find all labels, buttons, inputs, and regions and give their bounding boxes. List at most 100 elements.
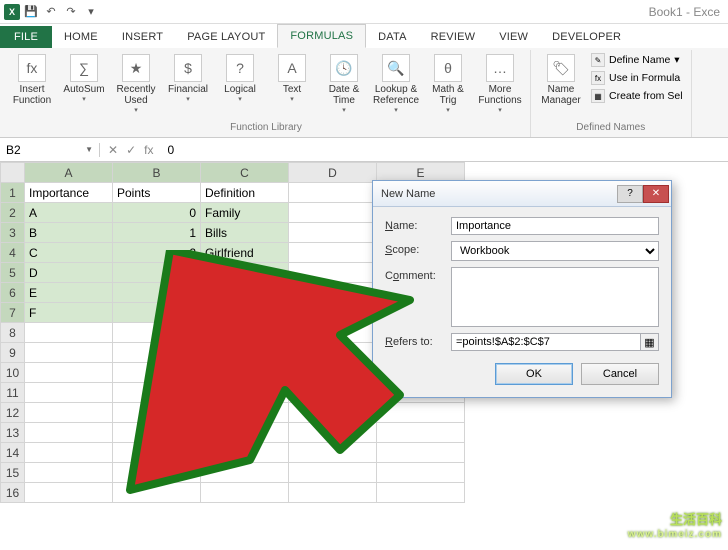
cell[interactable] xyxy=(201,483,289,503)
math-button[interactable]: θ Math & Trig ▾ xyxy=(424,52,472,116)
scope-select[interactable]: Workbook xyxy=(451,241,659,261)
cell[interactable] xyxy=(113,323,201,343)
cell[interactable] xyxy=(201,403,289,423)
cell[interactable] xyxy=(289,403,377,423)
cell[interactable] xyxy=(113,443,201,463)
logical-button[interactable]: ? Logical ▾ xyxy=(216,52,264,105)
cell[interactable]: B xyxy=(25,223,113,243)
tab-insert[interactable]: INSERT xyxy=(110,26,175,48)
insert-function-button[interactable]: fx Insert Function xyxy=(8,52,56,108)
row-header[interactable]: 3 xyxy=(1,223,25,243)
row-header[interactable]: 8 xyxy=(1,323,25,343)
formula-input[interactable]: 0 xyxy=(161,143,728,157)
cell[interactable]: 4 xyxy=(113,283,201,303)
tab-page-layout[interactable]: PAGE LAYOUT xyxy=(175,26,277,48)
row-header[interactable]: 1 xyxy=(1,183,25,203)
cell[interactable]: Points xyxy=(113,183,201,203)
cell[interactable] xyxy=(289,283,377,303)
row-header[interactable]: 4 xyxy=(1,243,25,263)
create-from-selection-button[interactable]: ▦Create from Sel xyxy=(589,88,685,104)
cell[interactable]: Girlfriend xyxy=(201,243,289,263)
text-button[interactable]: A Text ▾ xyxy=(268,52,316,105)
cell[interactable] xyxy=(113,423,201,443)
cell[interactable] xyxy=(289,383,377,403)
cell[interactable]: 3 xyxy=(113,263,201,283)
more-functions-button[interactable]: … More Functions ▾ xyxy=(476,52,524,116)
col-header-c[interactable]: C xyxy=(201,163,289,183)
date-time-button[interactable]: 🕓 Date & Time ▾ xyxy=(320,52,368,116)
row-header[interactable]: 2 xyxy=(1,203,25,223)
fx-icon[interactable]: fx xyxy=(144,143,153,157)
cell[interactable] xyxy=(377,443,465,463)
cell[interactable] xyxy=(289,263,377,283)
cell[interactable] xyxy=(113,403,201,423)
enter-edit-icon[interactable]: ✓ xyxy=(126,143,136,157)
cell[interactable] xyxy=(289,203,377,223)
dialog-titlebar[interactable]: New Name ? ✕ xyxy=(373,181,671,207)
cell[interactable] xyxy=(289,303,377,323)
save-icon[interactable]: 💾 xyxy=(22,3,40,21)
range-picker-icon[interactable]: ▦ xyxy=(641,333,659,351)
redo-icon[interactable]: ↷ xyxy=(62,3,80,21)
cell[interactable]: Importance xyxy=(25,183,113,203)
cell[interactable] xyxy=(201,323,289,343)
cell[interactable]: Car xyxy=(201,283,289,303)
cell[interactable] xyxy=(289,363,377,383)
cell[interactable] xyxy=(25,463,113,483)
cell[interactable] xyxy=(377,483,465,503)
row-header[interactable]: 6 xyxy=(1,283,25,303)
cell[interactable]: 2 xyxy=(113,243,201,263)
tab-formulas[interactable]: FORMULAS xyxy=(277,24,366,48)
col-header-a[interactable]: A xyxy=(25,163,113,183)
cell[interactable] xyxy=(201,303,289,323)
tab-review[interactable]: REVIEW xyxy=(419,26,488,48)
comment-textarea[interactable] xyxy=(451,267,659,327)
row-header[interactable]: 7 xyxy=(1,303,25,323)
cell[interactable]: Family xyxy=(201,203,289,223)
cancel-button[interactable]: Cancel xyxy=(581,363,659,385)
cell[interactable] xyxy=(201,443,289,463)
autosum-button[interactable]: ∑ AutoSum ▾ xyxy=(60,52,108,105)
refers-to-input[interactable] xyxy=(451,333,641,351)
name-input[interactable] xyxy=(451,217,659,235)
cell[interactable]: PC xyxy=(201,263,289,283)
cell[interactable]: Definition xyxy=(201,183,289,203)
cell[interactable]: F xyxy=(25,303,113,323)
cell[interactable] xyxy=(201,383,289,403)
cell[interactable] xyxy=(25,403,113,423)
cell[interactable] xyxy=(25,323,113,343)
row-header[interactable]: 13 xyxy=(1,423,25,443)
cell[interactable] xyxy=(25,483,113,503)
cell[interactable] xyxy=(25,423,113,443)
close-button[interactable]: ✕ xyxy=(643,185,669,203)
name-manager-button[interactable]: 🏷 Name Manager xyxy=(537,52,585,108)
cell[interactable] xyxy=(201,423,289,443)
help-button[interactable]: ? xyxy=(617,185,643,203)
name-box[interactable]: B2 ▼ xyxy=(0,143,100,157)
cell[interactable] xyxy=(113,303,201,323)
define-name-button[interactable]: ✎Define Name▾ xyxy=(589,52,685,68)
financial-button[interactable]: $ Financial ▾ xyxy=(164,52,212,105)
cell[interactable] xyxy=(25,383,113,403)
row-header[interactable]: 14 xyxy=(1,443,25,463)
cell[interactable] xyxy=(289,343,377,363)
tab-file[interactable]: FILE xyxy=(0,26,52,48)
cell[interactable]: 1 xyxy=(113,223,201,243)
ok-button[interactable]: OK xyxy=(495,363,573,385)
tab-view[interactable]: VIEW xyxy=(487,26,540,48)
row-header[interactable]: 16 xyxy=(1,483,25,503)
cell[interactable] xyxy=(113,463,201,483)
cell[interactable] xyxy=(289,323,377,343)
cell[interactable] xyxy=(201,363,289,383)
row-header[interactable]: 15 xyxy=(1,463,25,483)
col-header-b[interactable]: B xyxy=(113,163,201,183)
row-header[interactable]: 12 xyxy=(1,403,25,423)
cell[interactable] xyxy=(25,443,113,463)
cell[interactable] xyxy=(289,443,377,463)
row-header[interactable]: 9 xyxy=(1,343,25,363)
cell[interactable]: 0 xyxy=(113,203,201,223)
cell[interactable] xyxy=(289,243,377,263)
recently-used-button[interactable]: ★ Recently Used ▾ xyxy=(112,52,160,116)
cell[interactable] xyxy=(113,343,201,363)
cell[interactable] xyxy=(113,363,201,383)
